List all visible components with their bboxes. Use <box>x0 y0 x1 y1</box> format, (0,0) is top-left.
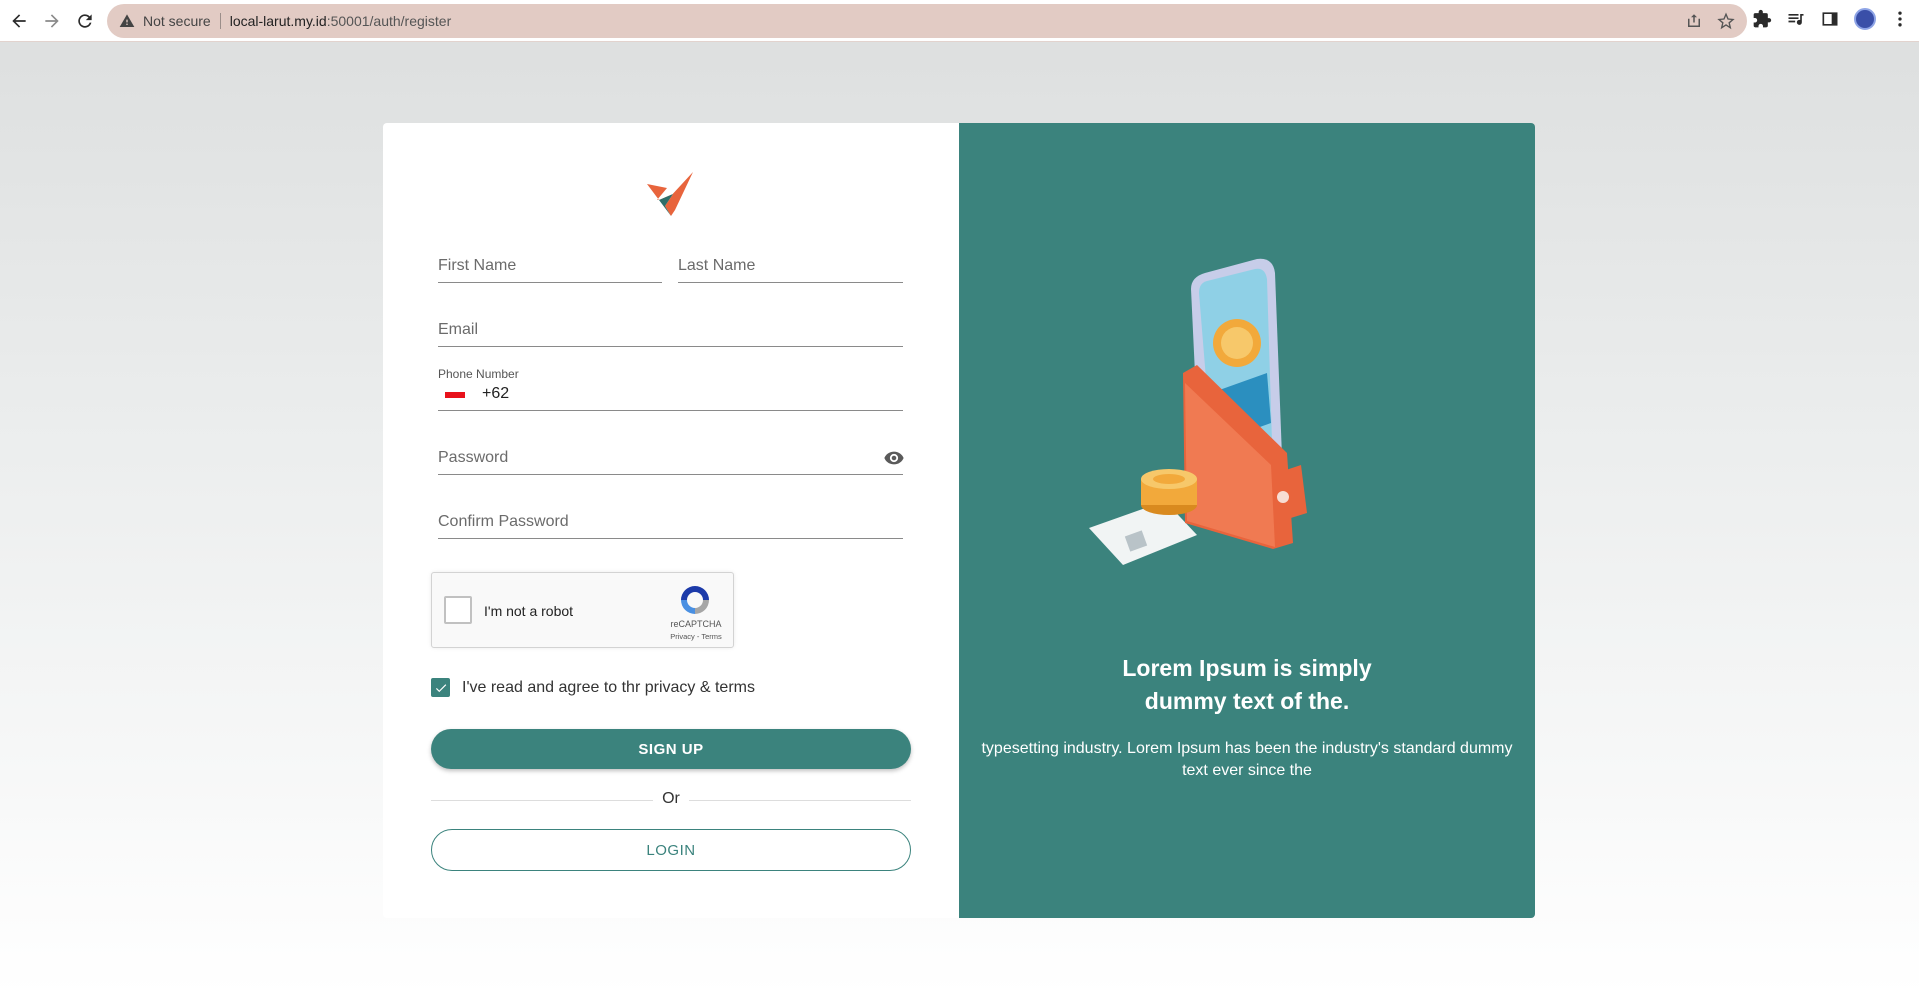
or-label: Or <box>662 790 680 807</box>
recaptcha-label: I'm not a robot <box>484 603 574 619</box>
back-icon[interactable] <box>5 7 33 35</box>
promo-subtext: typesetting industry. Lorem Ipsum has be… <box>981 740 1513 779</box>
warning-icon <box>119 14 135 27</box>
email-field[interactable]: Email <box>438 314 903 347</box>
last-name-field[interactable]: Last Name <box>678 250 903 283</box>
phone-field[interactable]: +62 <box>438 378 903 411</box>
profile-avatar[interactable] <box>1854 8 1876 30</box>
reload-icon[interactable] <box>71 7 99 35</box>
menu-icon[interactable] <box>1890 9 1910 29</box>
wallet-phone-illustration <box>1089 258 1307 565</box>
promo-headline-line1: Lorem Ipsum is simply <box>1122 655 1372 681</box>
last-name-placeholder: Last Name <box>678 257 756 274</box>
recaptcha-widget: I'm not a robot reCAPTCHA Privacy - Term… <box>431 572 734 648</box>
forward-icon[interactable] <box>38 7 66 35</box>
recaptcha-icon <box>681 586 709 614</box>
promo-headline: Lorem Ipsum is simply dummy text of the. <box>959 652 1535 718</box>
divider <box>219 13 221 29</box>
url-host: local-larut.my.id <box>229 13 327 29</box>
signup-button[interactable]: SIGN UP <box>431 729 911 769</box>
first-name-field[interactable]: First Name <box>438 250 662 283</box>
check-icon <box>435 683 446 692</box>
email-placeholder: Email <box>438 321 479 338</box>
phone-prefix: +62 <box>482 385 510 402</box>
brand-logo <box>647 172 693 216</box>
security-label: Not secure <box>143 13 211 29</box>
or-divider: Or <box>431 790 911 810</box>
address-bar[interactable]: Not secure local-larut.my.id:50001/auth/… <box>107 4 1747 38</box>
password-placeholder: Password <box>438 449 509 466</box>
eye-icon[interactable] <box>883 447 905 469</box>
star-icon[interactable] <box>1717 12 1735 30</box>
agree-label: I've read and agree to thr privacy & ter… <box>462 678 755 696</box>
media-icon[interactable] <box>1786 9 1806 29</box>
recaptcha-links[interactable]: Privacy - Terms <box>666 632 726 641</box>
password-field[interactable]: Password <box>438 442 905 475</box>
register-card: First Name Last Name Email Phone Number … <box>383 123 1535 918</box>
recaptcha-checkbox[interactable] <box>444 596 472 624</box>
promo-panel: Lorem Ipsum is simply dummy text of the.… <box>959 123 1535 918</box>
agree-terms-row[interactable]: I've read and agree to thr privacy & ter… <box>431 678 755 697</box>
indonesia-flag-icon[interactable] <box>445 392 465 404</box>
register-form-panel: First Name Last Name Email Phone Number … <box>383 123 959 918</box>
browser-toolbar: Not secure local-larut.my.id:50001/auth/… <box>0 0 1919 42</box>
share-icon[interactable] <box>1685 12 1703 30</box>
confirm-password-field[interactable]: Confirm Password <box>438 506 903 539</box>
url-path: :50001/auth/register <box>326 13 452 29</box>
login-button[interactable]: LOGIN <box>431 829 911 871</box>
confirm-password-placeholder: Confirm Password <box>438 513 569 530</box>
promo-headline-line2: dummy text of the. <box>1144 688 1350 714</box>
first-name-placeholder: First Name <box>438 257 517 274</box>
sidebar-icon[interactable] <box>1820 9 1840 29</box>
extensions-icon[interactable] <box>1752 9 1772 29</box>
recaptcha-brand: reCAPTCHA <box>670 619 722 629</box>
agree-checkbox[interactable] <box>431 678 450 697</box>
